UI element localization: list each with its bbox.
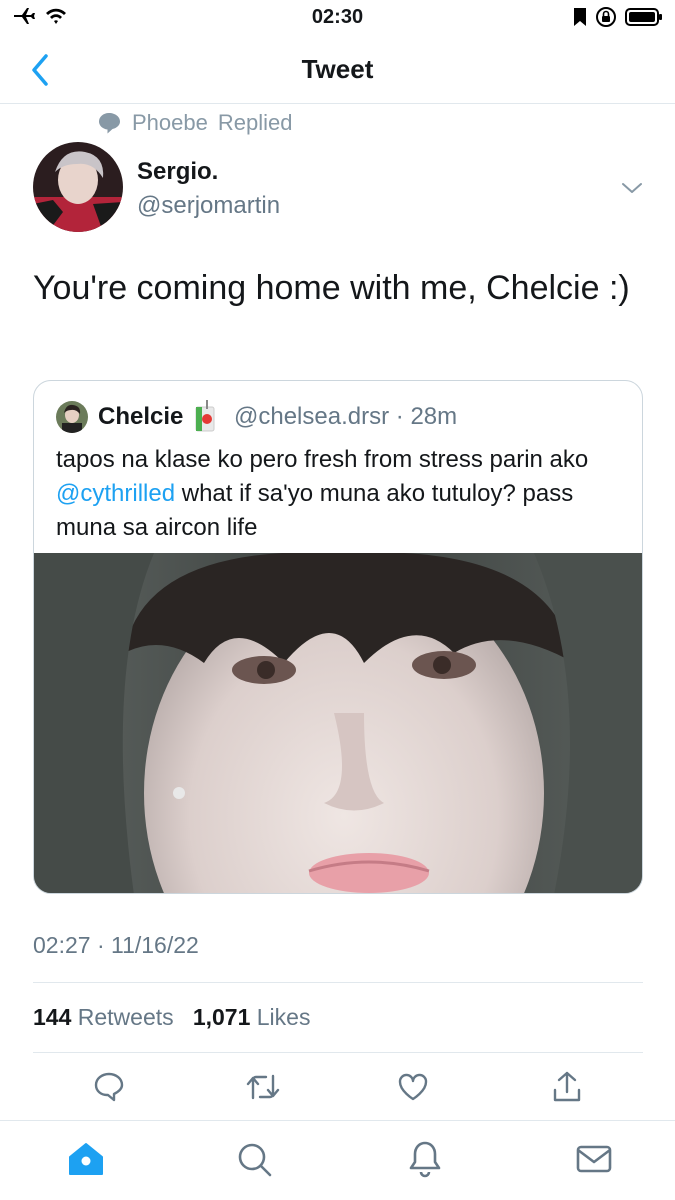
mail-icon [576,1145,612,1173]
quoted-text-part1: tapos na klase ko pero fresh from stress… [56,446,589,473]
battery-icon [625,8,662,26]
page-title: Tweet [301,54,374,84]
nav-bar: Tweet [0,36,675,104]
tweet-text: You're coming home with me, Chelcie :) [33,269,630,307]
retweet-icon [246,1074,280,1100]
status-bar: 02:30 [0,0,675,36]
more-options-button[interactable] [620,178,644,198]
like-button[interactable] [397,1070,429,1106]
reply-context-action: Replied [217,110,293,135]
tab-search[interactable] [234,1139,274,1179]
retweet-label: Retweets [77,1004,174,1030]
tweet-timestamp: 02:27 · 11/16/22 [33,932,199,958]
avatar-image [33,142,123,232]
quoted-photo[interactable] [34,552,642,893]
quoted-author-name[interactable]: Chelcie [98,403,183,431]
retweets-stat[interactable]: 144 Retweets [33,1004,174,1030]
meta-separator: · [395,403,404,430]
tab-bar [0,1120,675,1200]
like-label: Likes [256,1004,311,1030]
avatar[interactable] [33,142,123,232]
reply-context: Phoebe Replied [96,110,292,136]
quoted-age: 28m [410,403,458,430]
reply-context-user[interactable]: Phoebe [132,110,208,136]
reply-button[interactable] [93,1070,125,1106]
heart-icon [398,1073,428,1101]
tab-home[interactable] [66,1139,106,1179]
home-icon [69,1143,103,1175]
tab-messages[interactable] [574,1139,614,1179]
mention-link[interactable]: @cythrilled [56,480,175,507]
share-button[interactable] [551,1070,583,1106]
speech-bubble-icon [99,113,120,134]
reply-icon [94,1072,124,1102]
divider [33,982,643,983]
bell-icon [409,1141,441,1178]
search-icon [238,1143,272,1177]
quoted-text: tapos na klase ko pero fresh from stress… [56,443,636,545]
quoted-author-handle[interactable]: @chelsea.drsr [234,403,389,430]
quoted-tweet[interactable]: Chelcie @chelsea.drsr · 28m tapos na kla… [33,380,643,894]
orientation-lock-icon [596,7,616,27]
bookmark-icon [574,8,586,26]
status-right [573,6,663,28]
quoted-avatar[interactable] [56,401,88,433]
retweet-button[interactable] [245,1070,281,1106]
tweet-actions [0,1070,675,1110]
quoted-avatar-image [56,401,88,433]
juice-box-icon [192,399,218,433]
divider [33,1052,643,1053]
selfie-photo [34,552,642,893]
likes-stat[interactable]: 1,071 Likes [193,1004,311,1030]
share-icon [553,1071,581,1102]
author-name[interactable]: Sergio. [137,158,218,186]
tweet-stats: 144 Retweets 1,071 Likes [33,1004,310,1031]
like-count: 1,071 [192,1004,251,1030]
tab-notifications[interactable] [405,1139,445,1179]
chevron-down-icon [622,183,642,193]
retweet-count: 144 [33,1004,72,1030]
author-handle[interactable]: @serjomartin [137,192,280,220]
quoted-meta: @chelsea.drsr · 28m [234,403,457,431]
